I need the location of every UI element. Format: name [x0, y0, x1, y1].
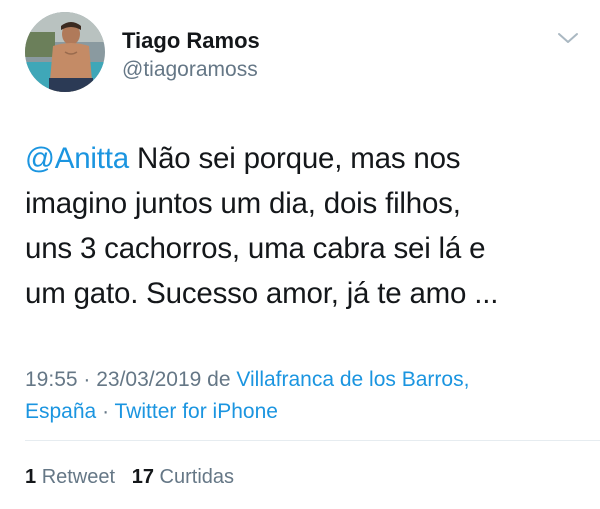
location-link-country[interactable]: España	[25, 400, 96, 423]
divider	[25, 440, 600, 441]
tweet-line-2: imagino juntos um dia, dois filhos,	[25, 187, 461, 220]
tweet-card: Tiago Ramos @tiagoramoss @Anitta Não sei…	[0, 0, 600, 509]
retweets-stat[interactable]: 1 Retweet	[25, 466, 115, 488]
mention-link[interactable]: @Anitta	[25, 142, 129, 175]
avatar[interactable]	[25, 12, 105, 92]
tweet-stats: 1 Retweet 17 Curtidas	[25, 466, 234, 489]
meta-row-2: España · Twitter for iPhone	[25, 396, 585, 428]
author-name[interactable]: Tiago Ramos	[122, 28, 260, 54]
tweet-line-4: um gato. Sucesso amor, já te amo ...	[25, 277, 499, 310]
meta-separator: ·	[96, 400, 115, 423]
retweets-label: Retweet	[41, 466, 116, 488]
avatar-photo	[25, 12, 105, 92]
tweet-line-3: uns 3 cachorros, uma cabra sei lá e	[25, 232, 486, 265]
retweets-count: 1	[25, 466, 37, 488]
location-link[interactable]: Villafranca de los Barros,	[236, 368, 469, 391]
meta-row-1: 19:55 · 23/03/2019 de Villafranca de los…	[25, 364, 585, 396]
source-link[interactable]: Twitter for iPhone	[115, 400, 278, 423]
likes-stat[interactable]: 17 Curtidas	[132, 466, 234, 488]
chevron-down-icon[interactable]	[556, 30, 580, 46]
tweet-line-1-text: Não sei porque, mas nos	[128, 142, 461, 175]
tweet-line-1: @Anitta Não sei porque, mas nos	[25, 136, 585, 181]
tweet-text: @Anitta Não sei porque, mas nos imagino …	[25, 136, 585, 316]
from-word: de	[201, 368, 237, 391]
tweet-meta: 19:55 · 23/03/2019 de Villafranca de los…	[25, 364, 585, 428]
timestamp[interactable]: 19:55 · 23/03/2019	[25, 368, 201, 391]
likes-count: 17	[131, 466, 154, 488]
author-handle[interactable]: @tiagoramoss	[122, 58, 258, 82]
likes-label: Curtidas	[159, 466, 235, 488]
